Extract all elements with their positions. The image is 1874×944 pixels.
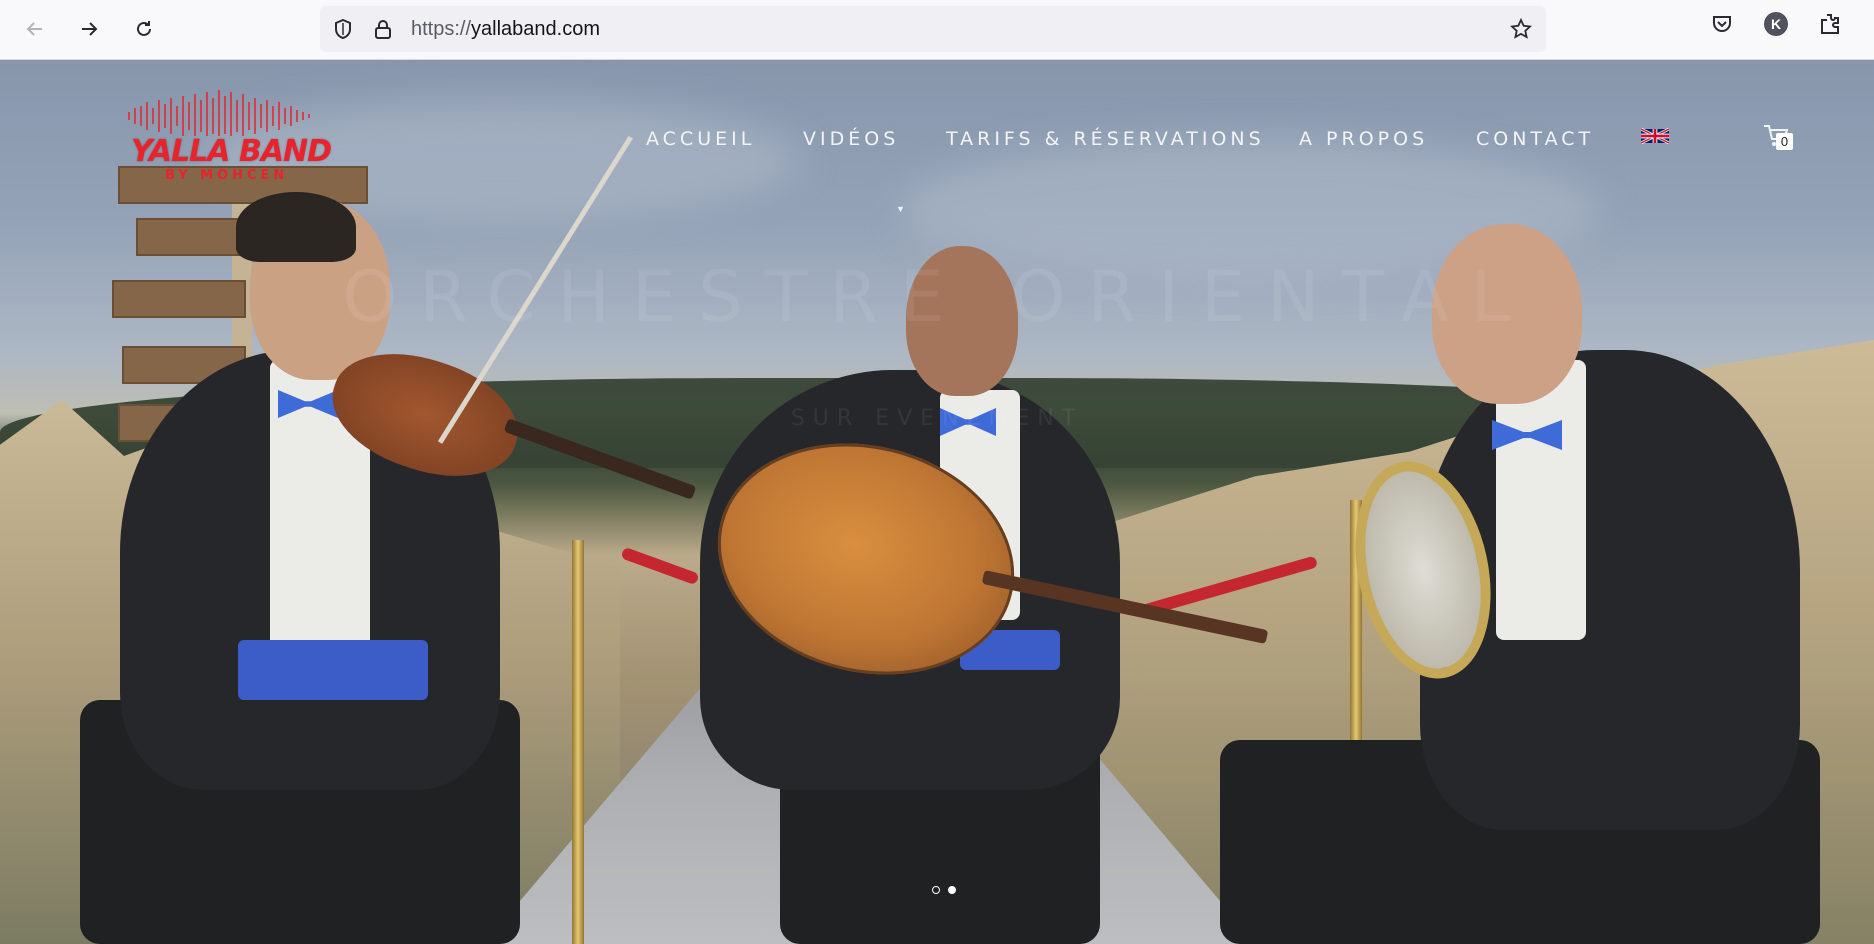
back-button[interactable] — [18, 12, 52, 46]
slider-dot-1[interactable] — [932, 886, 940, 894]
browser-toolbar: https://yallaband.com K — [0, 0, 1874, 60]
url-text[interactable]: https://yallaband.com — [411, 18, 600, 41]
logo-title: YALLA BAND — [131, 134, 332, 169]
logo-subtitle: BY MOHCEN — [165, 168, 289, 183]
hero-slider: ORCHESTRE ORIENTAL SUR EVENEMENT YALLA B… — [0, 60, 1874, 944]
nav-item-tarifs[interactable]: TARIFS & RÉSERVATIONS — [946, 128, 1265, 150]
site-logo[interactable]: YALLA BAND BY MOHCEN — [125, 88, 332, 188]
shield-icon[interactable] — [332, 18, 354, 40]
extensions-icon[interactable] — [1818, 12, 1842, 36]
hero-title: ORCHESTRE ORIENTAL — [342, 256, 1532, 338]
url-bar[interactable]: https://yallaband.com — [320, 6, 1546, 52]
lock-icon[interactable] — [373, 18, 393, 40]
nav-item-contact[interactable]: CONTACT — [1476, 128, 1594, 150]
account-icon[interactable]: K — [1764, 12, 1788, 36]
nav-item-videos[interactable]: VIDÉOS — [803, 128, 899, 150]
uk-flag-icon[interactable] — [1641, 127, 1669, 145]
hero-overlay — [0, 60, 1874, 944]
forward-icon — [82, 22, 98, 36]
forward-button[interactable] — [72, 12, 106, 46]
pocket-icon[interactable] — [1710, 12, 1734, 36]
reload-button[interactable] — [127, 12, 161, 46]
back-icon — [26, 22, 42, 36]
nav-item-a-propos[interactable]: A PROPOS — [1299, 128, 1428, 150]
cart-count-badge: 0 — [1776, 133, 1793, 150]
url-host: yallaband.com — [471, 18, 600, 40]
slider-dot-2[interactable] — [948, 886, 956, 894]
reload-icon — [137, 21, 151, 36]
url-protocol: https:// — [411, 18, 472, 40]
soundwave-logo-icon — [128, 90, 310, 136]
star-icon[interactable] — [1510, 18, 1532, 40]
hero-subtitle: SUR EVENEMENT — [790, 406, 1084, 431]
dropdown-caret-icon[interactable]: ▼ — [896, 204, 905, 214]
nav-item-accueil[interactable]: ACCUEIL — [646, 128, 755, 150]
